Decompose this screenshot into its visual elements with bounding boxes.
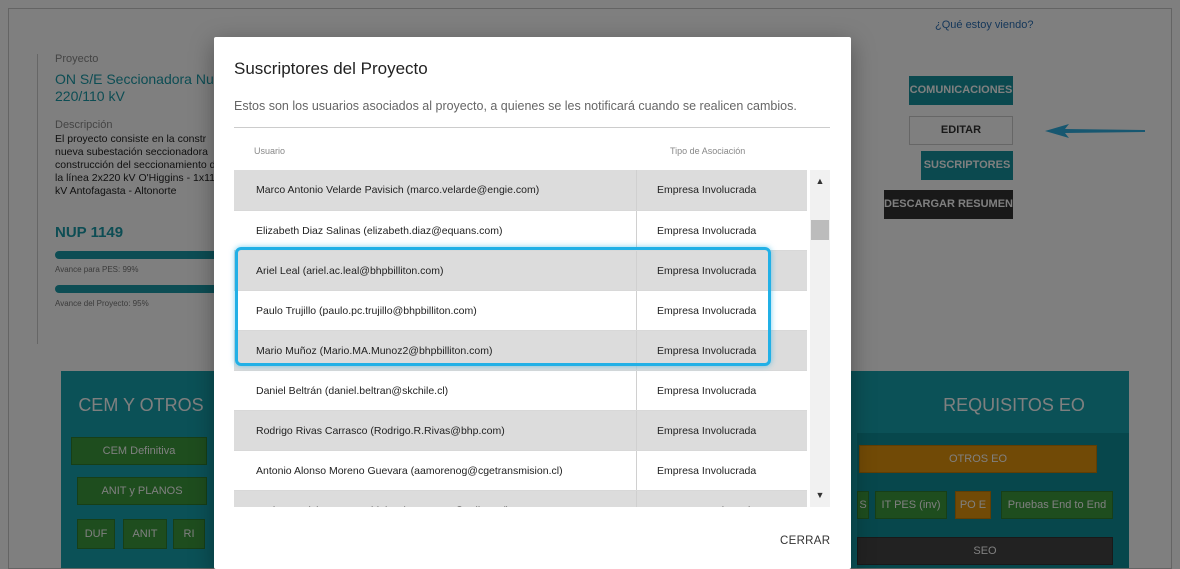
- close-button[interactable]: CERRAR: [780, 535, 830, 547]
- scrollbar[interactable]: ▲ ▼: [810, 170, 830, 507]
- association-type-cell: Empresa Involucrada: [657, 225, 757, 237]
- column-divider: [636, 491, 637, 507]
- user-cell: Rodrigo Rivas Carrasco (Rodrigo.R.Rivas@…: [256, 425, 505, 437]
- table-row[interactable]: Rodrigo Rivas Carrasco (Rodrigo.R.Rivas@…: [234, 410, 807, 451]
- association-type-cell: Empresa Involucrada: [657, 425, 757, 437]
- table-row[interactable]: Antonio Alonso Moreno Guevara (aamorenog…: [234, 450, 807, 491]
- scrollbar-thumb[interactable]: [811, 220, 829, 240]
- divider: [234, 127, 830, 128]
- scroll-down-icon[interactable]: ▼: [810, 488, 830, 502]
- column-divider: [636, 211, 637, 251]
- table-row[interactable]: Carlos Patricio Cruces Hidalgo (CHCruces…: [234, 490, 807, 507]
- user-cell: Daniel Beltrán (daniel.beltran@skchile.c…: [256, 385, 449, 397]
- column-header-tipo: Tipo de Asociación: [670, 146, 746, 156]
- association-type-cell: Empresa Involucrada: [657, 184, 757, 196]
- user-cell: Elizabeth Diaz Salinas (elizabeth.diaz@e…: [256, 225, 503, 237]
- column-divider: [636, 411, 637, 451]
- association-type-cell: Empresa Involucrada: [657, 491, 756, 507]
- modal-title: Suscriptores del Proyecto: [234, 59, 428, 78]
- modal-subtitle: Estos son los usuarios asociados al proy…: [234, 99, 797, 113]
- association-type-cell: Empresa Involucrada: [657, 385, 757, 397]
- table-row[interactable]: Elizabeth Diaz Salinas (elizabeth.diaz@e…: [234, 210, 807, 251]
- table-row[interactable]: Marco Antonio Velarde Pavisich (marco.ve…: [234, 170, 807, 210]
- highlight-box: [235, 247, 771, 366]
- user-cell: Carlos Patricio Cruces Hidalgo (CHCruces…: [256, 491, 509, 507]
- column-divider: [636, 451, 637, 491]
- subscribers-modal: Suscriptores del Proyecto Estos son los …: [214, 37, 851, 569]
- scroll-up-icon[interactable]: ▲: [810, 174, 830, 188]
- user-cell: Marco Antonio Velarde Pavisich (marco.ve…: [256, 184, 540, 196]
- column-divider: [636, 371, 637, 411]
- column-header-usuario: Usuario: [254, 146, 286, 156]
- association-type-cell: Empresa Involucrada: [657, 465, 757, 477]
- column-divider: [636, 170, 637, 210]
- user-cell: Antonio Alonso Moreno Guevara (aamorenog…: [256, 465, 563, 477]
- table-row[interactable]: Daniel Beltrán (daniel.beltran@skchile.c…: [234, 370, 807, 411]
